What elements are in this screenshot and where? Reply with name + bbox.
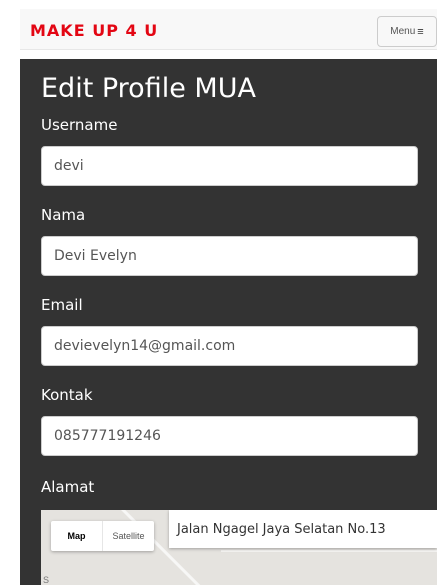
brand-logo[interactable]: MAKE UP 4 U bbox=[30, 21, 158, 40]
navbar: MAKE UP 4 U Menu ≡ bbox=[20, 9, 437, 50]
edit-profile-panel: Edit Profile MUA Username devi Nama Devi… bbox=[20, 59, 437, 585]
email-label: Email bbox=[41, 296, 83, 314]
menu-label: Menu bbox=[390, 26, 416, 37]
kontak-field[interactable]: 085777191246 bbox=[41, 416, 418, 456]
kontak-label: Kontak bbox=[41, 386, 93, 404]
alamat-label: Alamat bbox=[41, 478, 95, 496]
nama-field[interactable]: Devi Evelyn bbox=[41, 236, 418, 276]
nama-label: Nama bbox=[41, 206, 86, 224]
map-type-satellite-button[interactable]: Satellite bbox=[102, 521, 154, 551]
page-title: Edit Profile MUA bbox=[41, 73, 256, 104]
map-type-control: Map Satellite bbox=[51, 521, 154, 551]
map-address-input[interactable]: Jalan Ngagel Jaya Selatan No.13 bbox=[169, 510, 437, 548]
hamburger-icon: ≡ bbox=[417, 25, 424, 38]
menu-button[interactable]: Menu ≡ bbox=[377, 16, 437, 47]
username-label: Username bbox=[41, 116, 118, 134]
address-map[interactable]: Map Satellite Jalan Ngagel Jaya Selatan … bbox=[41, 510, 437, 585]
email-field[interactable]: devievelyn14@gmail.com bbox=[41, 326, 418, 366]
username-field[interactable]: devi bbox=[41, 146, 418, 186]
map-label: S bbox=[43, 575, 50, 585]
map-road bbox=[221, 550, 437, 552]
map-type-map-button[interactable]: Map bbox=[51, 521, 102, 551]
